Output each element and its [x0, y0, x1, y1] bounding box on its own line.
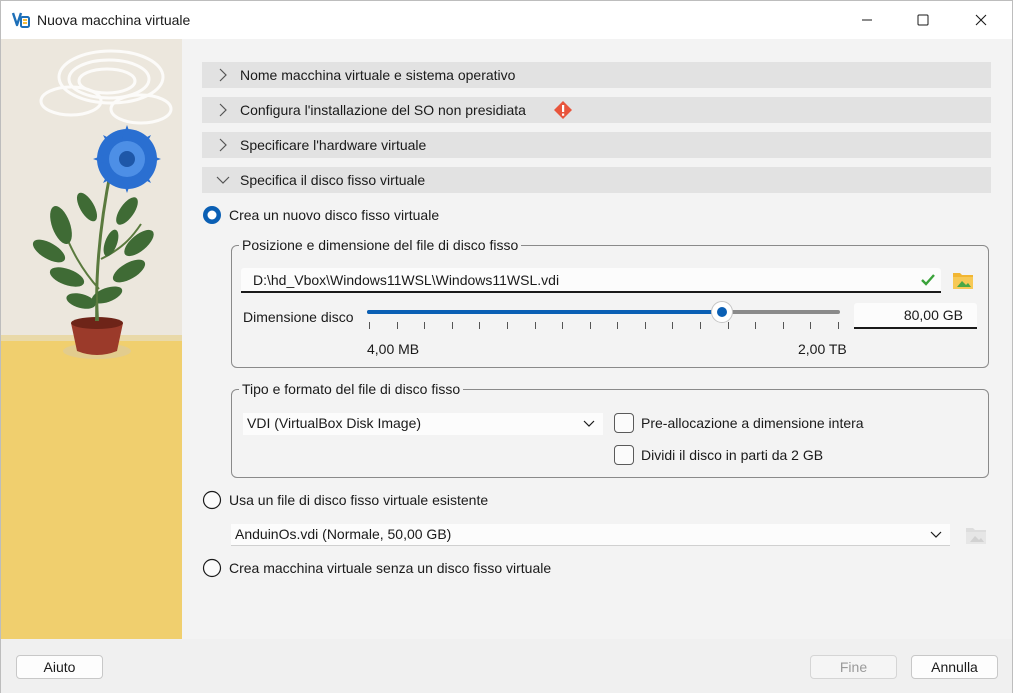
location-size-group-title: Posizione e dimensione del file di disco… — [239, 237, 522, 253]
close-button[interactable] — [958, 1, 1004, 39]
slider-tick — [452, 322, 453, 329]
plant-illustration — [1, 39, 182, 639]
existing-disk-select[interactable]: AnduinOs.vdi (Normale, 50,00 GB) — [231, 524, 950, 546]
prealloc-label[interactable]: Pre-allocazione a dimensione intera — [641, 415, 864, 431]
slider-tick — [535, 322, 536, 329]
chevron-down-icon — [583, 420, 595, 427]
slider-tick — [397, 322, 398, 329]
type-format-group-title: Tipo e formato del file di disco fisso — [239, 381, 464, 397]
slider-tick — [507, 322, 508, 329]
chevron-down-icon — [216, 176, 230, 184]
warning-icon — [554, 101, 572, 119]
folder-icon — [966, 528, 986, 544]
section-vm-name-os[interactable]: Nome macchina virtuale e sistema operati… — [202, 62, 991, 88]
split-disk-label[interactable]: Dividi il disco in parti da 2 GB — [641, 447, 823, 463]
radio-no-disk[interactable] — [202, 558, 222, 578]
slider-tick — [479, 322, 480, 329]
existing-disk-value: AnduinOs.vdi (Normale, 50,00 GB) — [235, 526, 452, 542]
section-virtual-hard-disk[interactable]: Specifica il disco fisso virtuale — [202, 167, 991, 193]
prealloc-checkbox[interactable] — [614, 413, 634, 433]
finish-button[interactable]: Fine — [810, 655, 897, 679]
slider-tick — [590, 322, 591, 329]
slider-tick — [810, 322, 811, 329]
new-vm-dialog: Nuova macchina virtuale Nome macchina vi… — [0, 0, 1013, 693]
section-unattended-install[interactable]: Configura l'installazione del SO non pre… — [202, 97, 991, 123]
chevron-right-icon — [219, 68, 227, 82]
section-label: Specificare l'hardware virtuale — [240, 137, 427, 153]
disk-format-value: VDI (VirtualBox Disk Image) — [247, 415, 422, 431]
help-button[interactable]: Aiuto — [16, 655, 103, 679]
button-bar: Aiuto Fine Annulla — [1, 639, 1012, 693]
slider-tick — [369, 322, 370, 329]
virtualbox-icon — [11, 12, 30, 28]
slider-tick — [700, 322, 701, 329]
slider-tick — [672, 322, 673, 329]
disk-size-slider-fill — [367, 310, 722, 314]
section-virtual-hardware[interactable]: Specificare l'hardware virtuale — [202, 132, 991, 158]
cancel-button[interactable]: Annulla — [911, 655, 998, 679]
slider-tick — [838, 322, 839, 329]
title-bar[interactable]: Nuova macchina virtuale — [1, 1, 1012, 39]
minimize-icon — [862, 19, 872, 21]
slider-tick — [755, 322, 756, 329]
slider-tick — [783, 322, 784, 329]
slider-tick — [424, 322, 425, 329]
radio-existing-disk-label[interactable]: Usa un file di disco fisso virtuale esis… — [229, 492, 488, 508]
window-title: Nuova macchina virtuale — [37, 12, 191, 28]
folder-icon — [953, 273, 973, 289]
close-icon — [975, 14, 987, 26]
chevron-right-icon — [219, 103, 227, 117]
section-label: Configura l'installazione del SO non pre… — [240, 102, 526, 118]
browse-existing-button[interactable] — [964, 523, 988, 547]
disk-size-value: 80,00 GB — [903, 307, 963, 323]
disk-size-label: Dimensione disco — [243, 309, 354, 325]
split-disk-checkbox[interactable] — [614, 445, 634, 465]
radio-create-new-disk-label[interactable]: Crea un nuovo disco fisso virtuale — [229, 207, 439, 223]
chevron-right-icon — [219, 138, 227, 152]
check-icon — [921, 274, 935, 286]
slider-tick — [645, 322, 646, 329]
maximize-icon — [917, 14, 929, 26]
disk-format-select[interactable]: VDI (VirtualBox Disk Image) — [243, 413, 603, 435]
radio-no-disk-label[interactable]: Crea macchina virtuale senza un disco fi… — [229, 560, 551, 576]
disk-path-input[interactable]: D:\hd_Vbox\Windows11WSL\Windows11WSL.vdi — [241, 268, 941, 293]
disk-size-max-label: 2,00 TB — [798, 341, 847, 357]
wizard-illustration — [1, 39, 182, 639]
disk-size-input[interactable]: 80,00 GB — [854, 303, 977, 329]
slider-tick — [728, 322, 729, 329]
radio-existing-disk[interactable] — [202, 490, 222, 510]
slider-tick — [617, 322, 618, 329]
slider-tick — [562, 322, 563, 329]
radio-create-new-disk[interactable] — [202, 205, 222, 225]
disk-size-slider[interactable] — [367, 301, 840, 323]
chevron-down-icon — [930, 531, 942, 538]
disk-size-slider-thumb[interactable] — [711, 301, 733, 323]
wizard-content: Nome macchina virtuale e sistema operati… — [182, 39, 1012, 639]
section-label: Nome macchina virtuale e sistema operati… — [240, 67, 516, 83]
minimize-button[interactable] — [844, 1, 890, 39]
browse-folder-button[interactable] — [951, 268, 975, 292]
disk-path-value: D:\hd_Vbox\Windows11WSL\Windows11WSL.vdi — [253, 272, 560, 288]
maximize-button[interactable] — [900, 1, 946, 39]
disk-size-min-label: 4,00 MB — [367, 341, 420, 357]
section-label: Specifica il disco fisso virtuale — [240, 172, 426, 188]
